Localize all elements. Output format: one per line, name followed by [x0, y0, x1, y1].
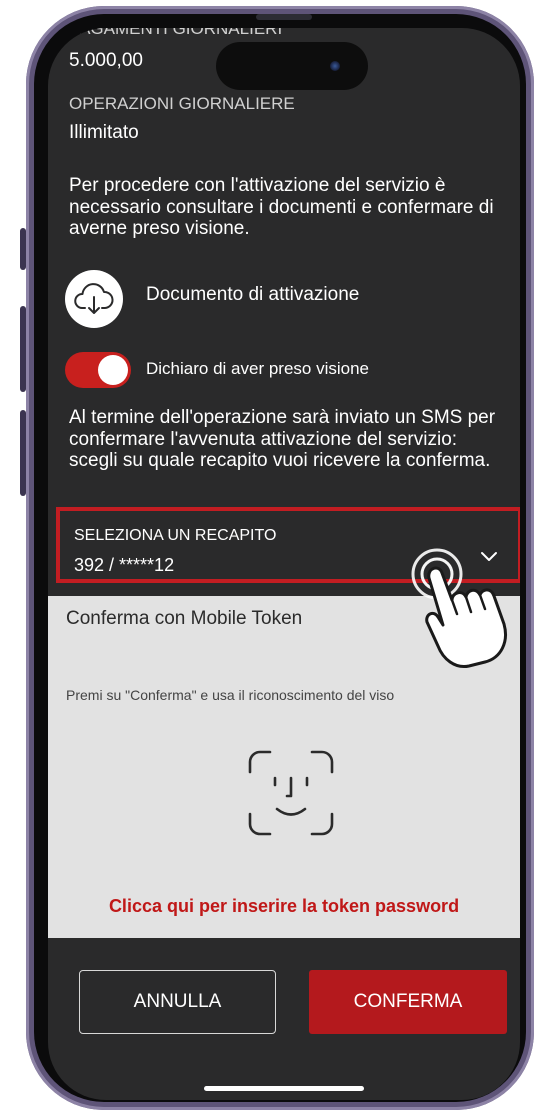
toggle-knob [98, 355, 128, 385]
token-password-link[interactable]: Clicca qui per inserire la token passwor… [48, 896, 520, 917]
daily-operations-label: OPERAZIONI GIORNALIERE [69, 94, 295, 113]
document-download-button[interactable] [65, 270, 123, 328]
activation-document-link[interactable]: Documento di attivazione [146, 284, 359, 306]
activation-intro-text: Per procedere con l'attivazione del serv… [69, 175, 494, 239]
daily-operations-value: Illimitato [69, 122, 139, 143]
earpiece-speaker [256, 14, 312, 20]
daily-payments-value: 5.000,00 [69, 50, 143, 71]
camera-lens [330, 61, 340, 71]
consent-label: Dichiaro di aver preso visione [146, 359, 369, 378]
mobile-token-title: Conferma con Mobile Token [66, 608, 303, 629]
confirm-button[interactable]: CONFERMA [309, 970, 507, 1034]
recipient-select-label: SELEZIONA UN RECAPITO [74, 527, 277, 544]
consent-toggle[interactable] [65, 352, 131, 388]
cloud-download-icon [74, 283, 114, 314]
cancel-button[interactable]: ANNULLA [79, 970, 276, 1034]
face-id-icon [248, 750, 334, 836]
pointing-hand-icon [411, 548, 507, 669]
daily-payments-label: PAGAMENTI GIORNALIERI [69, 28, 283, 38]
recipient-select-value: 392 / *****12 [74, 555, 175, 575]
dynamic-island [216, 42, 368, 90]
face-id-hint: Premi su "Conferma" e usa il riconoscime… [66, 687, 395, 703]
sms-info-text: Al termine dell'operazione sarà inviato … [69, 407, 496, 471]
home-indicator[interactable] [204, 1086, 364, 1091]
